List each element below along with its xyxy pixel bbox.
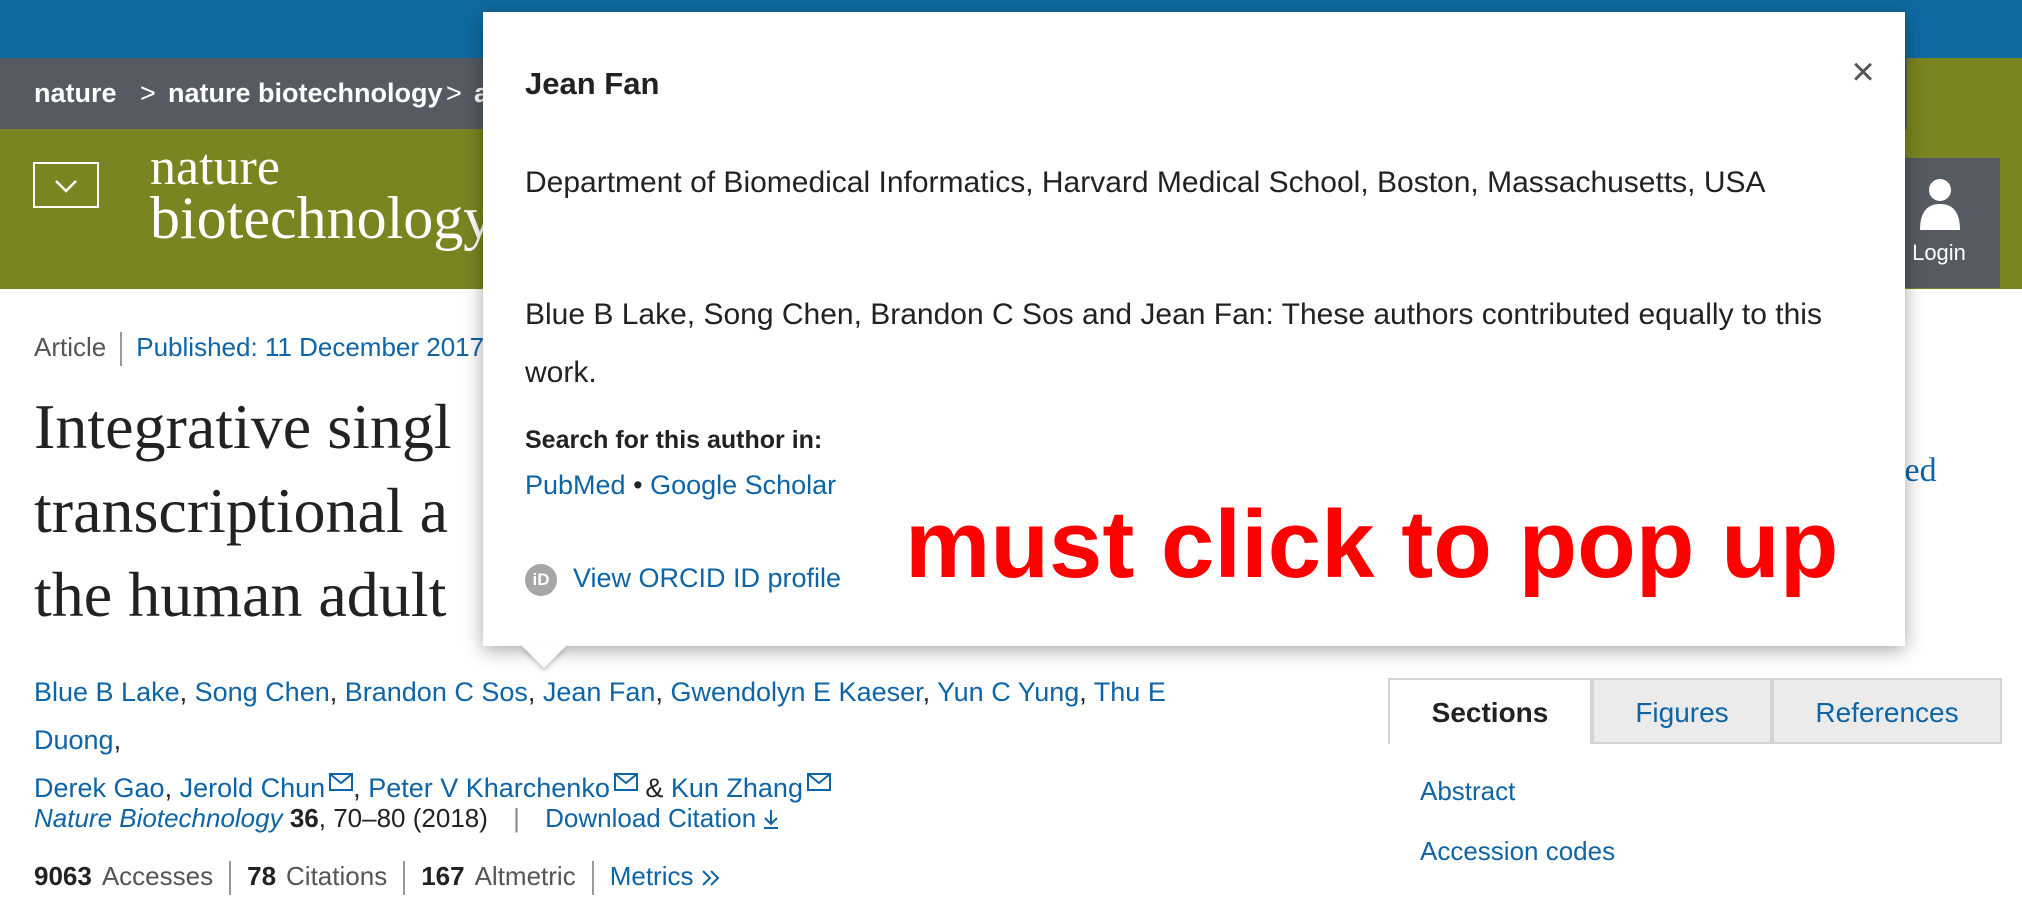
citation-line: Nature Biotechnology 36, 70–80 (2018) | … [34,800,779,836]
download-citation-link[interactable]: Download Citation [545,803,779,833]
download-icon [764,810,779,829]
google-scholar-link[interactable]: Google Scholar [650,470,836,500]
divider: | [513,803,520,833]
author-link[interactable]: Blue B Lake [34,677,180,707]
popover-search-links: PubMed • Google Scholar [525,470,836,501]
mail-icon[interactable] [613,773,638,791]
tab-references[interactable]: References [1772,678,2002,744]
pubmed-link[interactable]: PubMed [525,470,626,500]
author-link[interactable]: Yun C Yung [937,677,1079,707]
accesses-label: Accesses [101,861,214,891]
popover-equal-contribution-note: Blue B Lake, Song Chen, Brandon C Sos an… [525,298,1822,389]
section-link-abstract[interactable]: Abstract [1420,776,1515,807]
accesses-count: 9063 [34,861,92,891]
mail-icon[interactable] [806,773,831,791]
altmetric-count: 167 [421,861,465,891]
metrics-link[interactable]: Metrics [610,861,721,891]
breadcrumb-separator: > [140,78,156,108]
volume: 36 [289,803,319,833]
link-separator: • [633,470,643,500]
section-tabs: Sections Figures References [1388,678,2002,744]
author-link-jean-fan[interactable]: Jean Fan [543,677,656,707]
menu-button[interactable] [33,162,99,208]
popover-pointer [522,646,566,668]
breadcrumb-separator: > [446,78,462,108]
author-list: Blue B Lake, Song Chen, Brandon C Sos, J… [34,677,1166,803]
orcid-label: View ORCID ID profile [573,563,842,593]
divider [591,861,594,896]
author-link[interactable]: Song Chen [195,677,330,707]
logo-line-2: biotechnology [150,185,494,251]
tab-sections[interactable]: Sections [1388,678,1592,744]
author-link[interactable]: Kun Zhang [671,773,803,803]
journal-name[interactable]: Nature Biotechnology [34,803,283,833]
divider [403,861,406,896]
author-link[interactable]: Derek Gao [34,773,165,803]
divider [229,861,232,896]
popover-search-label: Search for this author in: [525,426,823,454]
breadcrumb-item-nature[interactable]: nature [34,58,117,129]
divider [120,332,123,367]
article-meta: Article Published: 11 December 2017 [34,330,484,367]
author-link[interactable]: Peter V Kharchenko [368,773,610,803]
double-chevron-right-icon [702,870,720,886]
citations-count: 78 [247,861,277,891]
orcid-icon: iD [525,563,557,596]
author-link[interactable]: Brandon C Sos [345,677,528,707]
pages: , 70–80 (2018) [318,803,488,833]
crumb-bar-accent [1907,58,2022,129]
person-icon [1920,179,1960,230]
author-link[interactable]: Gwendolyn E Kaeser [670,677,922,707]
metrics-link-label: Metrics [609,861,694,891]
breadcrumb-item-nature-biotechnology[interactable]: nature biotechnology [168,58,443,129]
altmetric-label: Altmetric [474,861,576,891]
metrics-row: 9063 Accesses 78 Citations 167 Altmetric Metri… [34,858,721,896]
annotation-overlay-text: must click to pop up [905,491,1839,598]
tab-figures[interactable]: Figures [1592,678,1772,744]
download-citation-label: Download Citation [545,803,757,833]
mail-icon[interactable] [329,773,354,791]
chevron-down-icon [35,164,97,206]
article-type: Article [34,332,107,362]
journal-logo[interactable]: nature biotechnology [150,142,494,251]
popover-affiliation: Department of Biomedical Informatics, Ha… [525,166,1766,199]
orcid-profile-link[interactable]: iD View ORCID ID profile [525,560,841,596]
author-link[interactable]: Jerold Chun [180,773,326,803]
citations-label: Citations [286,861,388,891]
published-date[interactable]: Published: 11 December 2017 [136,332,484,362]
popover-author-name: Jean Fan [525,66,660,101]
section-link-accession-codes[interactable]: Accession codes [1420,836,1615,867]
close-icon[interactable]: × [1843,52,1883,92]
